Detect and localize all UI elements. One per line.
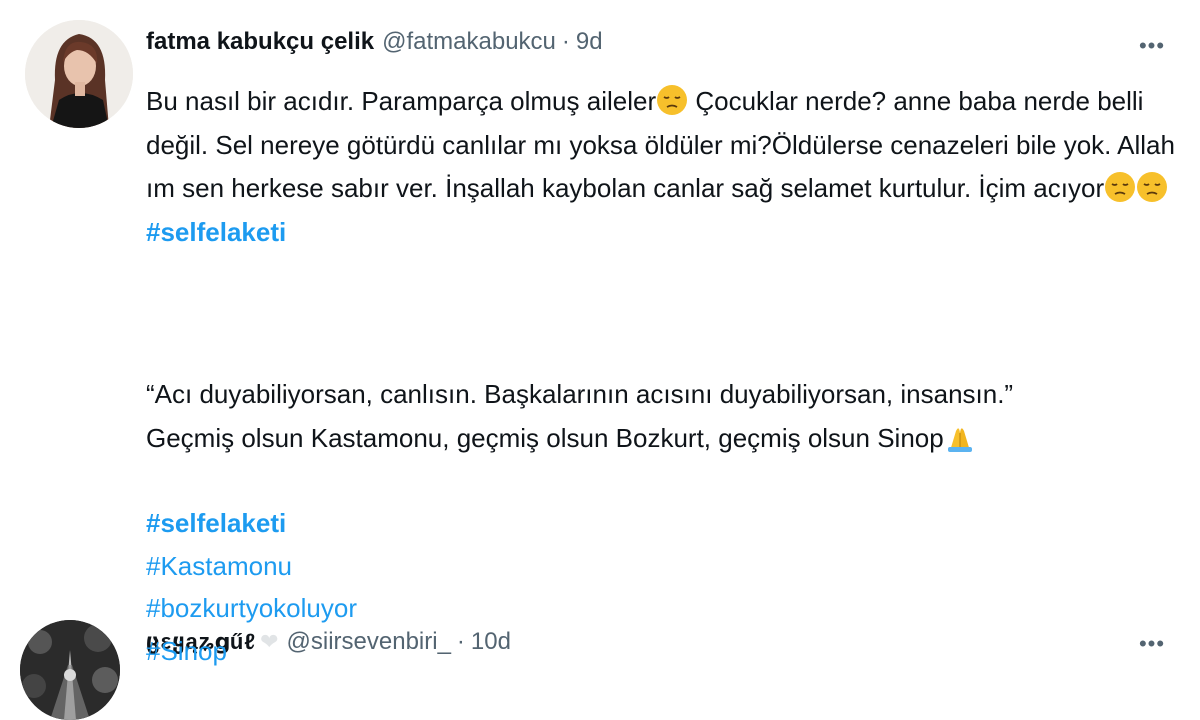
user-handle[interactable]: @fatmakabukcu (382, 28, 556, 56)
hashtag-link[interactable]: #selfelaketi (146, 502, 357, 545)
separator-dot: · (456, 628, 465, 655)
tweet-text: “Acı duyabiliyorsan, canlısın. Başkaları… (146, 373, 1176, 460)
tweet-text-line: “Acı duyabiliyorsan, canlısın. Başkaları… (146, 379, 1014, 409)
avatar[interactable] (25, 20, 133, 128)
hashtag-link[interactable]: #Kastamonu (146, 545, 357, 588)
timestamp[interactable]: 10d (471, 628, 511, 656)
more-options-icon[interactable]: ••• (1134, 33, 1170, 58)
tweet-text-part: Geçmiş olsun Kastamonu, geçmiş olsun Boz… (146, 422, 944, 453)
hashtag-link[interactable]: #selfelaketi (146, 217, 286, 247)
hashtag-link[interactable]: #bozkurtyokoluyor (146, 587, 357, 630)
tweet-text-part: Bu nasıl bir acıdır. Paramparça olmuş ai… (146, 86, 657, 116)
avatar[interactable] (20, 620, 120, 720)
tweet-card[interactable]: fatma kabukçu çelik @fatmakabukcu · 9d •… (0, 0, 1200, 300)
hashtag-list: #selfelaketi #Kastamonu #bozkurtyokoluyo… (146, 502, 357, 672)
hashtag-link[interactable]: #Sinop (146, 630, 357, 673)
tweet-header: fatma kabukçu çelik @fatmakabukcu · 9d (146, 28, 603, 56)
tweet-text-line: Geçmiş olsun Kastamonu, geçmiş olsun Boz… (146, 417, 1176, 461)
display-name[interactable]: fatma kabukçu çelik (146, 28, 374, 56)
timestamp[interactable]: 9d (576, 28, 603, 56)
tweet-text: Bu nasıl bir acıdır. Paramparça olmuş ai… (146, 80, 1176, 254)
separator-dot: · (561, 28, 570, 55)
more-options-icon[interactable]: ••• (1134, 631, 1170, 656)
pensive-face-icon (1104, 171, 1136, 203)
folded-hands-icon (944, 421, 976, 453)
pensive-face-icon (656, 84, 688, 116)
pensive-face-icon (1136, 171, 1168, 203)
